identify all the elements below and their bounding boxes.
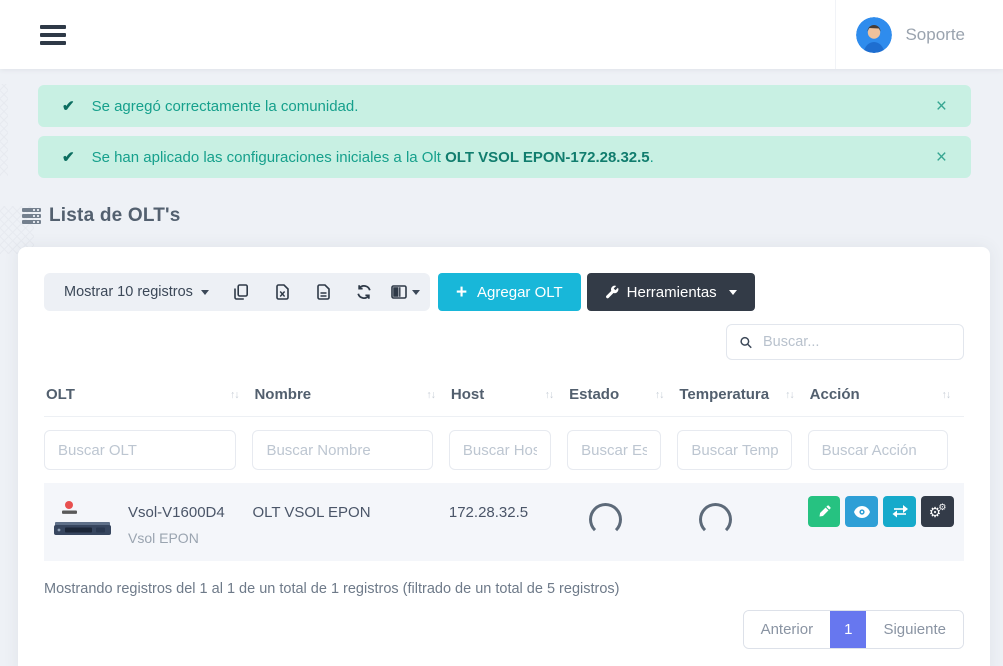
eye-icon <box>854 506 870 518</box>
olt-name-group: Vsol-V1600D4 Vsol EPON <box>128 495 225 546</box>
menu-toggle-icon[interactable] <box>40 25 66 45</box>
column-header-olt[interactable]: OLT ↑↓ <box>44 380 252 417</box>
column-label: Temperatura <box>679 386 769 403</box>
pagination-page-1[interactable]: 1 <box>830 611 866 648</box>
copy-button[interactable] <box>221 273 262 311</box>
background-watermark <box>0 84 8 176</box>
alert-message: Se han aplicado las configuraciones inic… <box>92 149 932 166</box>
page-length-dropdown[interactable]: Mostrar 10 registros <box>48 284 221 300</box>
chevron-down-icon <box>201 290 209 295</box>
alerts-container: ✔ Se agregó correctamente la comunidad. … <box>38 85 971 178</box>
olt-type: Vsol EPON <box>128 530 225 546</box>
filter-input-olt[interactable] <box>44 430 236 470</box>
olt-list-card: Mostrar 10 registros <box>18 247 990 666</box>
search-icon <box>740 335 752 350</box>
sort-icon: ↑↓ <box>420 389 435 401</box>
wrench-icon <box>605 285 619 299</box>
sort-icon: ↑↓ <box>936 389 951 401</box>
column-label: Nombre <box>254 386 311 403</box>
edit-icon <box>817 505 831 519</box>
sort-icon: ↑↓ <box>539 389 554 401</box>
pagination-next[interactable]: Siguiente <box>866 611 963 648</box>
filter-input-temperatura[interactable] <box>677 430 791 470</box>
chevron-down-icon <box>729 290 737 295</box>
chevron-down-icon <box>412 290 420 295</box>
estado-loading-spinner <box>589 503 622 536</box>
pagination-row: Anterior 1 Siguiente <box>44 610 964 649</box>
gear-icon: ⚙ <box>938 503 946 512</box>
olt-model[interactable]: Vsol-V1600D4 <box>128 495 225 521</box>
alert-suffix: . <box>650 149 654 166</box>
page-length-label: Mostrar 10 registros <box>64 284 193 300</box>
sort-icon: ↑↓ <box>779 389 794 401</box>
column-header-accion[interactable]: Acción ↑↓ <box>808 380 964 417</box>
filter-input-estado[interactable] <box>567 430 661 470</box>
table-row: Vsol-V1600D4 Vsol EPON OLT VSOL EPON 172… <box>44 483 964 561</box>
filter-input-host[interactable] <box>449 430 551 470</box>
column-label: Acción <box>810 386 860 403</box>
check-icon: ✔ <box>62 148 75 166</box>
action-buttons: ⚙ ⚙ <box>808 495 954 527</box>
olt-table: OLT ↑↓ Nombre ↑↓ Host ↑↓ Estado ↑↓ Temperatu… <box>44 380 964 561</box>
file-export-button[interactable] <box>303 273 344 311</box>
page-header: Lista de OLT's <box>22 205 1003 227</box>
alert-message: Se agregó correctamente la comunidad. <box>92 98 932 115</box>
olt-nombre: OLT VSOL EPON <box>252 495 438 521</box>
settings-button[interactable]: ⚙ ⚙ <box>921 496 954 527</box>
sort-icon: ↑↓ <box>649 389 664 401</box>
column-label: OLT <box>46 386 75 403</box>
success-alert: ✔ Se agregó correctamente la comunidad. … <box>38 85 971 127</box>
add-olt-button[interactable]: + Agregar OLT <box>438 273 581 311</box>
filter-row <box>44 417 964 484</box>
temperatura-loading-spinner <box>699 503 732 536</box>
olt-host: 172.28.32.5 <box>449 495 557 521</box>
page-title: Lista de OLT's <box>49 205 181 227</box>
table-info: Mostrando registros del 1 al 1 de un tot… <box>44 581 964 597</box>
column-header-estado[interactable]: Estado ↑↓ <box>567 380 677 417</box>
column-header-nombre[interactable]: Nombre ↑↓ <box>252 380 448 417</box>
close-icon[interactable]: × <box>932 148 951 167</box>
view-button[interactable] <box>845 496 878 527</box>
avatar <box>856 17 892 53</box>
search-row <box>44 324 964 360</box>
filter-input-accion[interactable] <box>808 430 948 470</box>
check-icon: ✔ <box>62 97 75 115</box>
server-icon <box>22 208 41 224</box>
alert-text: Se han aplicado las configuraciones inic… <box>92 149 446 166</box>
excel-export-button[interactable] <box>262 273 303 311</box>
sort-icon: ↑↓ <box>224 389 239 401</box>
close-icon[interactable]: × <box>932 97 951 116</box>
search-box <box>726 324 964 360</box>
alert-text: Se agregó correctamente la comunidad. <box>92 98 359 115</box>
pagination: Anterior 1 Siguiente <box>743 610 964 649</box>
olt-device-image <box>52 495 114 541</box>
datatable-buttons-group: Mostrar 10 registros <box>44 273 430 311</box>
edit-button[interactable] <box>808 496 841 527</box>
add-olt-label: Agregar OLT <box>477 284 563 301</box>
user-menu[interactable]: Soporte <box>835 0 1003 69</box>
column-label: Estado <box>569 386 619 403</box>
olt-cell: Vsol-V1600D4 Vsol EPON <box>44 495 242 546</box>
column-header-temperatura[interactable]: Temperatura ↑↓ <box>677 380 807 417</box>
user-name: Soporte <box>905 25 965 45</box>
column-visibility-button[interactable] <box>385 273 426 311</box>
alert-bold-text: OLT VSOL EPON-172.28.32.5 <box>445 149 650 166</box>
filter-input-nombre[interactable] <box>252 430 432 470</box>
exchange-button[interactable] <box>883 496 916 527</box>
top-navbar: Soporte <box>0 0 1003 69</box>
column-label: Host <box>451 386 484 403</box>
tools-label: Herramientas <box>627 284 717 301</box>
pagination-previous[interactable]: Anterior <box>744 611 831 648</box>
plus-icon: + <box>456 283 467 302</box>
column-header-host[interactable]: Host ↑↓ <box>449 380 567 417</box>
tools-dropdown-button[interactable]: Herramientas <box>587 273 755 311</box>
refresh-icon[interactable] <box>344 273 385 311</box>
table-header-row: OLT ↑↓ Nombre ↑↓ Host ↑↓ Estado ↑↓ Temperatu… <box>44 380 964 417</box>
search-input[interactable] <box>763 334 950 350</box>
success-alert: ✔ Se han aplicado las configuraciones in… <box>38 136 971 178</box>
table-toolbar: Mostrar 10 registros <box>44 273 964 311</box>
exchange-arrows-icon <box>892 505 908 518</box>
